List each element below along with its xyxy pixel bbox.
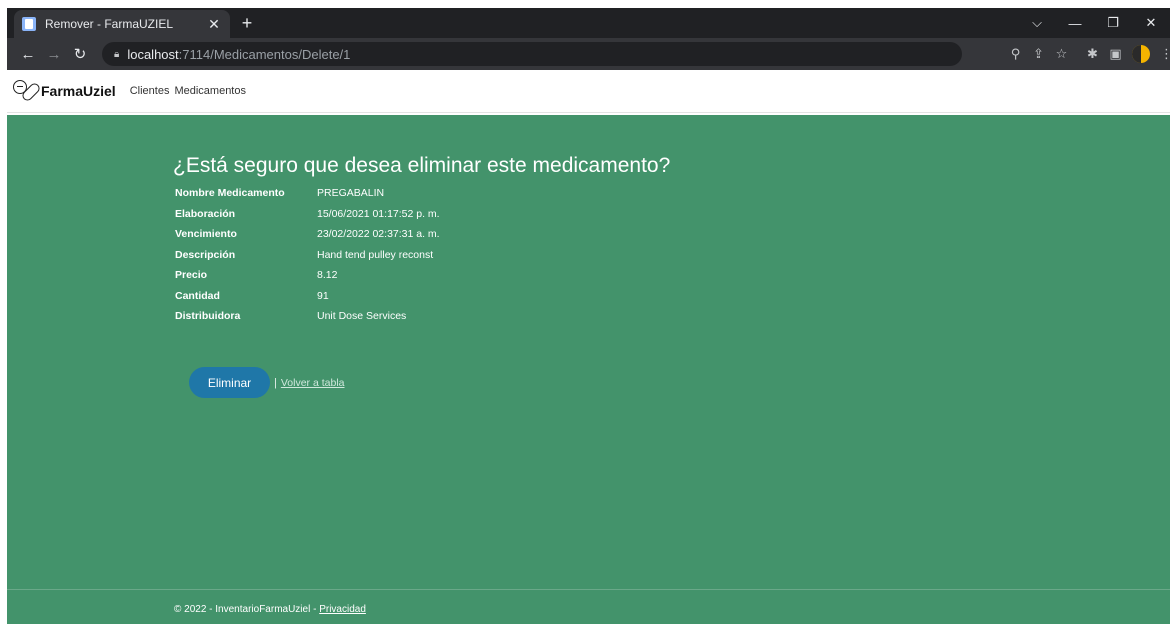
detail-value: 91 [317, 289, 329, 302]
menu-icon[interactable]: ⋮ [1160, 46, 1170, 62]
star-icon[interactable]: ☆ [1050, 46, 1073, 62]
nav-link-clientes[interactable]: Clientes [130, 85, 170, 97]
sidepanel-icon[interactable]: ▣ [1104, 46, 1127, 62]
detail-value: 15/06/2021 01:17:52 p. m. [317, 207, 440, 220]
site-footer: © 2022 - InventarioFarmaUziel - Privacid… [7, 589, 1170, 624]
detail-label: Precio [175, 269, 208, 281]
page-title: ¿Está seguro que desea eliminar este med… [173, 154, 671, 177]
detail-value: Unit Dose Services [317, 310, 407, 322]
brand-name[interactable]: FarmaUziel [41, 83, 116, 99]
share-icon[interactable]: ⇪ [1027, 46, 1050, 62]
url-path: :7114/Medicamentos/Delete/1 [178, 46, 351, 62]
footer-text: © 2022 - InventarioFarmaUziel - Privacid… [174, 604, 366, 615]
separator: | [274, 376, 277, 389]
main-content: ¿Está seguro que desea eliminar este med… [7, 115, 1170, 589]
detail-label: Cantidad [175, 289, 220, 302]
detail-label: Nombre Medicamento [175, 187, 285, 199]
tab-search-icon[interactable]: ⌵ [1018, 15, 1056, 31]
privacy-link[interactable]: Privacidad [319, 604, 366, 615]
detail-label: Distribuidora [175, 310, 241, 322]
tab-close-icon[interactable]: ✕ [206, 16, 222, 33]
detail-row: Distribuidora Unit Dose Services [175, 310, 440, 331]
detail-row: Nombre Medicamento PREGABALIN [175, 187, 440, 208]
detail-row: Cantidad 91 [175, 290, 440, 311]
site-navbar: FarmaUziel Clientes Medicamentos [7, 70, 1170, 113]
tab-strip: Remover - FarmaUZIEL ✕ + ⌵ — ❐ ✕ [7, 8, 1170, 38]
address-bar[interactable]: 🔒︎ localhost:7114/Medicamentos/Delete/1 [102, 42, 962, 66]
copyright-text: © 2022 - InventarioFarmaUziel - [174, 604, 320, 615]
brand[interactable]: FarmaUziel [13, 78, 116, 104]
minimize-icon[interactable]: — [1056, 16, 1094, 31]
detail-value: Hand tend pulley reconst [317, 248, 434, 261]
delete-button[interactable]: Eliminar [189, 367, 270, 398]
reload-icon[interactable]: ↻ [67, 45, 93, 63]
detail-label: Descripción [175, 248, 236, 261]
lock-icon[interactable]: 🔒︎ [114, 49, 119, 60]
back-to-table-link[interactable]: Volver a tabla [281, 377, 345, 389]
toolbar-icons: ⚲ ⇪ ☆ ✱ ▣ ⋮ [1004, 38, 1170, 70]
extensions-icon[interactable]: ✱ [1081, 46, 1104, 62]
window-controls: ⌵ — ❐ ✕ [1018, 8, 1170, 38]
detail-row: Precio 8.12 [175, 269, 440, 290]
restore-icon[interactable]: ❐ [1094, 15, 1132, 31]
profile-icon[interactable] [1132, 45, 1150, 63]
detail-value: 23/02/2022 02:37:31 a. m. [317, 228, 440, 240]
detail-row: Elaboración 15/06/2021 01:17:52 p. m. [175, 208, 440, 229]
pill-logo-icon [13, 78, 42, 104]
forward-arrow-icon[interactable]: → [41, 46, 67, 63]
detail-row: Vencimiento 23/02/2022 02:37:31 a. m. [175, 228, 440, 249]
detail-value: 8.12 [317, 269, 338, 281]
details-list: Nombre Medicamento PREGABALIN Elaboració… [175, 187, 440, 331]
detail-label: Vencimiento [175, 228, 237, 240]
new-tab-icon[interactable]: + [237, 14, 257, 32]
close-window-icon[interactable]: ✕ [1132, 15, 1170, 31]
back-arrow-icon[interactable]: ← [15, 46, 41, 63]
active-tab[interactable]: Remover - FarmaUZIEL ✕ [14, 10, 230, 38]
zoom-icon[interactable]: ⚲ [1004, 46, 1027, 62]
browser-window: Remover - FarmaUZIEL ✕ + ⌵ — ❐ ✕ ← → ↻ 🔒… [7, 8, 1170, 624]
detail-label: Elaboración [175, 207, 236, 220]
detail-value: PREGABALIN [317, 187, 385, 199]
detail-row: Descripción Hand tend pulley reconst [175, 249, 440, 270]
tab-title: Remover - FarmaUZIEL [45, 17, 174, 31]
web-page: FarmaUziel Clientes Medicamentos ¿Está s… [7, 70, 1170, 624]
browser-toolbar: ← → ↻ 🔒︎ localhost:7114/Medicamentos/Del… [7, 38, 1170, 70]
form-actions: Eliminar | Volver a tabla [189, 367, 345, 398]
page-favicon-icon [22, 17, 36, 31]
nav-link-medicamentos[interactable]: Medicamentos [174, 85, 246, 97]
url-host: localhost [127, 46, 179, 62]
